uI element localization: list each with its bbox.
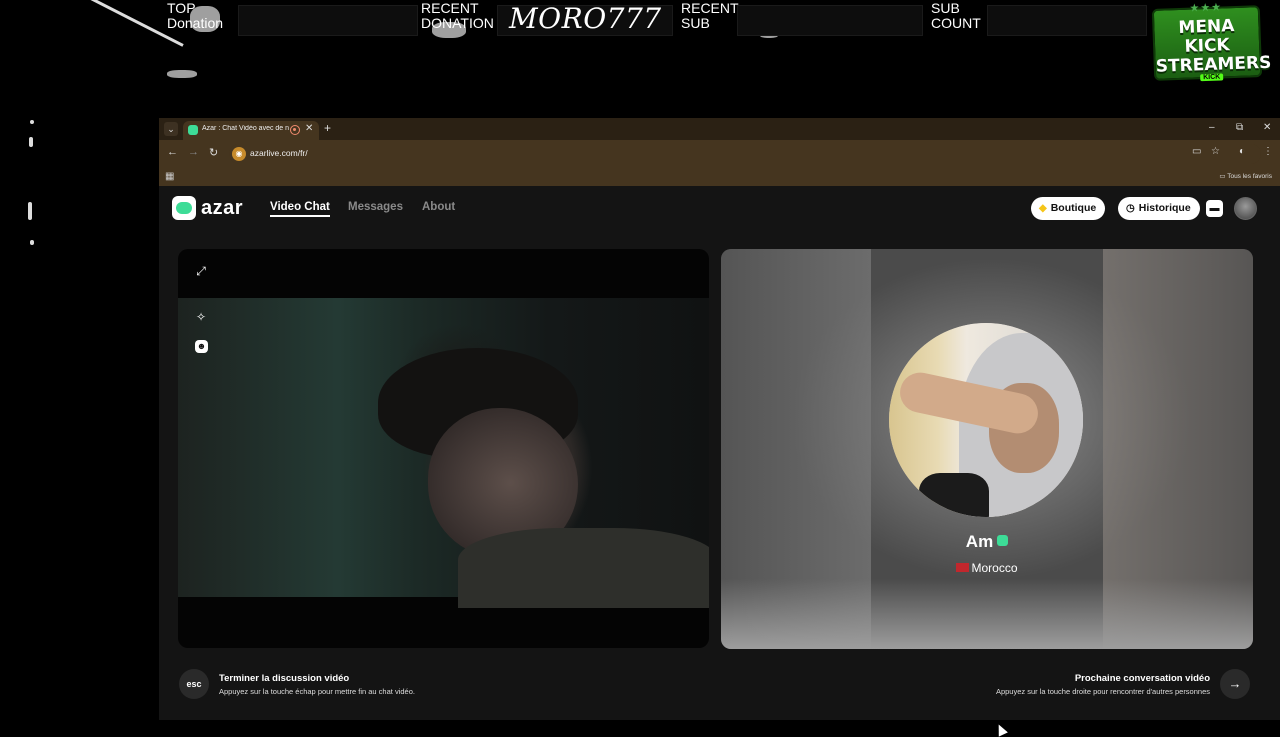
all-bookmarks-label: Tous les favoris xyxy=(1227,173,1272,180)
magic-wand-icon[interactable]: ✧ xyxy=(193,309,209,325)
logo-line1: MENA KICK xyxy=(1178,16,1235,57)
minimize-icon[interactable]: – xyxy=(1209,122,1215,133)
morocco-flag-icon xyxy=(956,563,970,572)
expand-icon[interactable]: ⤢ xyxy=(193,263,209,279)
my-video-panel: ⤢ ✧ ☻ xyxy=(178,249,709,648)
recent-donation-label: RECENT DONATION xyxy=(421,1,494,31)
nav-messages[interactable]: Messages xyxy=(348,201,403,213)
historique-label: Historique xyxy=(1138,202,1191,214)
peer-video-panel: Am Morocco xyxy=(721,249,1253,649)
peer-background xyxy=(721,579,1253,649)
extension-icon[interactable]: ◐ xyxy=(1239,146,1245,157)
sub-count-l2: COUNT xyxy=(931,15,981,31)
gem-icon: ◆ xyxy=(1039,203,1047,214)
peer-name-text: Am xyxy=(965,532,994,551)
boutique-button[interactable]: ◆ Boutique xyxy=(1031,197,1106,220)
tab-strip: ⌄ Azar : Chat Vidéo avec de n ✕ + – ⧉ ✕ xyxy=(159,118,1280,140)
azar-page: azar Video Chat Messages About ◆ Boutique… xyxy=(159,186,1280,737)
url-text: azarlive.com/fr/ xyxy=(250,148,308,158)
mena-kick-streamers-logo: ★★★ MENA KICK STREAMERS KICK xyxy=(1151,1,1272,82)
top-donation-box xyxy=(238,5,418,36)
restore-icon[interactable]: ⧉ xyxy=(1236,122,1243,133)
back-icon[interactable]: ← xyxy=(167,146,178,158)
tab-search-icon[interactable]: ⌄ xyxy=(164,122,178,136)
end-chat-title: Terminer la discussion vidéo xyxy=(219,673,350,684)
new-tab-icon[interactable]: + xyxy=(324,121,331,135)
logo-stars: ★★★ xyxy=(1189,1,1223,15)
overlay-decoration xyxy=(167,70,197,78)
recent-donor-name: MORO777 xyxy=(509,2,662,35)
close-tab-icon[interactable]: ✕ xyxy=(305,123,313,134)
recording-icon xyxy=(290,125,300,135)
sub-count-l1: SUB xyxy=(931,0,960,16)
peer-country: Morocco xyxy=(721,561,1253,575)
next-chat-arrow-button[interactable]: → xyxy=(1220,669,1250,699)
menu-icon[interactable]: ⋮ xyxy=(1263,146,1273,157)
sub-count-box xyxy=(987,5,1147,36)
end-chat-hint: Appuyez sur la touche échap pour mettre … xyxy=(219,687,415,696)
verified-badge-icon xyxy=(997,535,1009,546)
azar-logo-text: azar xyxy=(201,197,244,219)
address-bar[interactable]: ◉ azarlive.com/fr/ xyxy=(229,144,1261,164)
next-chat-title: Prochaine conversation vidéo xyxy=(1074,673,1210,684)
boutique-label: Boutique xyxy=(1050,202,1097,214)
top-label: TOP xyxy=(167,0,196,16)
close-window-icon[interactable]: ✕ xyxy=(1263,122,1271,133)
forward-icon[interactable]: → xyxy=(188,146,199,158)
logo-kick-badge: KICK xyxy=(1200,73,1224,82)
esc-key-button[interactable]: esc xyxy=(179,669,209,699)
browser-tab[interactable]: Azar : Chat Vidéo avec de n ✕ xyxy=(183,121,319,140)
sub-count-label: SUB COUNT xyxy=(931,1,981,31)
historique-button[interactable]: ◷ Historique xyxy=(1118,197,1200,220)
recent-donation-l1: RECENT xyxy=(421,0,479,16)
all-bookmarks-folder[interactable]: ▭ Tous les favoris xyxy=(1219,172,1272,180)
nav-about[interactable]: About xyxy=(422,201,455,213)
site-info-icon[interactable]: ◉ xyxy=(232,147,246,161)
peer-profile-photo xyxy=(889,323,1083,517)
stream-overlay: TOP Donation RECENT DONATION MORO777 REC… xyxy=(0,0,1280,118)
my-camera-feed xyxy=(178,298,709,608)
recent-sub-l2: SUB xyxy=(681,15,710,31)
recent-donation-l2: DONATION xyxy=(421,15,494,31)
mouse-cursor-icon xyxy=(994,722,1008,737)
avatar[interactable] xyxy=(1234,197,1257,220)
face-filter-icon[interactable]: ☻ xyxy=(195,340,208,353)
apps-grid-icon[interactable]: ▦ xyxy=(165,171,174,182)
top-sub-label: Donation xyxy=(167,15,224,31)
inbox-icon[interactable]: ▬ xyxy=(1206,200,1223,217)
clock-icon: ◷ xyxy=(1126,203,1135,214)
star-icon[interactable]: ☆ xyxy=(1211,146,1220,157)
recent-sub-box xyxy=(737,5,923,36)
camera-image-part xyxy=(458,528,709,608)
reload-icon[interactable]: ↻ xyxy=(209,146,218,159)
browser-window: ⌄ Azar : Chat Vidéo avec de n ✕ + – ⧉ ✕ … xyxy=(159,118,1280,737)
bookmarks-bar: ▦ ▭ Tous les favoris xyxy=(159,168,1280,186)
peer-country-text: Morocco xyxy=(971,561,1018,575)
top-donation-label: TOP Donation xyxy=(167,1,223,31)
recent-sub-l1: RECENT xyxy=(681,0,739,16)
peer-name: Am xyxy=(721,532,1253,552)
azar-logo-icon xyxy=(172,196,196,220)
photo-part xyxy=(919,473,989,517)
tab-title: Azar : Chat Vidéo avec de n xyxy=(202,125,290,132)
recent-sub-label: RECENT SUB xyxy=(681,1,739,31)
nav-video-chat[interactable]: Video Chat xyxy=(270,201,330,217)
next-chat-hint: Appuyez sur la touche droite pour rencon… xyxy=(995,687,1210,696)
browser-toolbar: ← → ↻ ◉ azarlive.com/fr/ ▭ ☆ ◐ ⋮ xyxy=(159,140,1280,168)
cast-icon[interactable]: ▭ xyxy=(1192,146,1201,157)
azar-favicon xyxy=(188,125,198,135)
